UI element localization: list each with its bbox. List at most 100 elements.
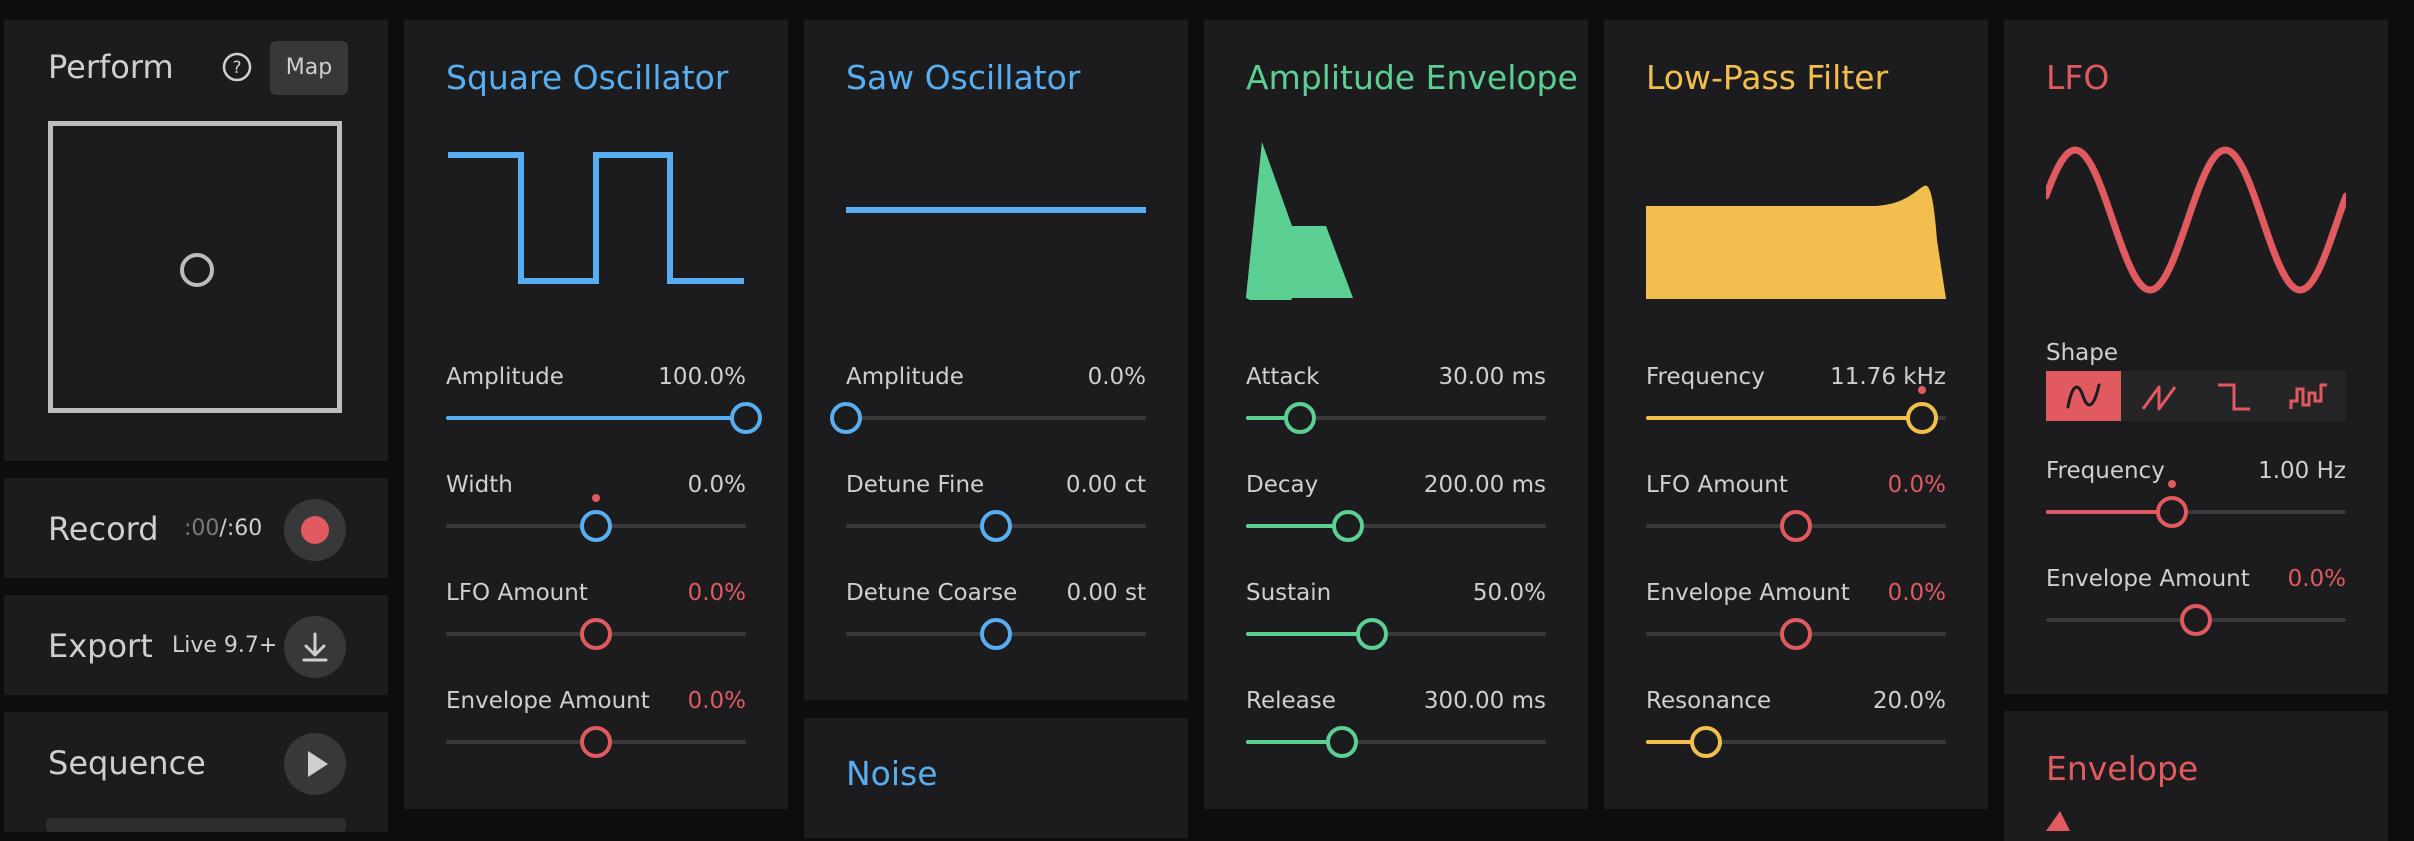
slider-knob[interactable] — [1326, 726, 1358, 758]
slider-track[interactable] — [1646, 510, 1946, 542]
square-envelope-amount-control: Envelope Amount 0.0% — [446, 688, 746, 788]
slider-track[interactable] — [846, 618, 1146, 650]
slider-knob[interactable] — [1780, 618, 1812, 650]
slider-track[interactable] — [446, 402, 762, 434]
square-oscillator-title: Square Oscillator — [446, 58, 729, 97]
square-wave-icon — [2218, 383, 2250, 411]
xy-pad[interactable] — [48, 121, 342, 413]
low-pass-filter-panel: Low-Pass Filter Frequency 11.76 kHz LFO Am… — [1604, 20, 1988, 809]
xy-pad-cursor[interactable] — [180, 253, 214, 287]
param-value: 0.0% — [1887, 472, 1946, 498]
slider-track[interactable] — [446, 618, 746, 650]
slider-knob[interactable] — [1690, 726, 1722, 758]
help-icon[interactable]: ? — [222, 52, 252, 82]
record-panel: Record :00/:60 — [4, 478, 388, 578]
param-value: 11.76 kHz — [1830, 364, 1946, 390]
slider-knob[interactable] — [1780, 510, 1812, 542]
slider-knob[interactable] — [1356, 618, 1388, 650]
param-value: 0.0% — [2287, 566, 2346, 592]
param-label: Resonance — [1646, 688, 1772, 714]
map-button[interactable]: Map — [270, 41, 348, 95]
record-icon — [301, 516, 329, 544]
slider-knob[interactable] — [980, 618, 1012, 650]
param-label: LFO Amount — [1646, 472, 1788, 498]
slider-track[interactable] — [446, 726, 746, 758]
slider-track[interactable] — [1246, 726, 1546, 758]
noise-panel: Noise — [804, 718, 1188, 838]
amplitude-envelope-panel: Amplitude Envelope Attack 30.00 ms Decay 20… — [1204, 20, 1588, 809]
square-lfo-amount-control: LFO Amount 0.0% — [446, 580, 746, 680]
param-label: Width — [446, 472, 513, 498]
param-label: Envelope Amount — [1646, 580, 1850, 606]
param-label: Envelope Amount — [2046, 566, 2250, 592]
amp-env-sustain-control: Sustain 50.0% — [1246, 580, 1546, 680]
slider-track[interactable] — [2046, 480, 2346, 528]
perform-panel: Perform ? Map — [4, 20, 388, 461]
slider-track[interactable] — [1246, 402, 1546, 434]
slider-track[interactable] — [1646, 726, 1946, 758]
param-label: Amplitude — [846, 364, 964, 390]
slider-knob[interactable] — [580, 726, 612, 758]
perform-title: Perform — [48, 48, 174, 86]
record-button[interactable] — [284, 499, 346, 561]
svg-text:?: ? — [232, 58, 241, 78]
record-time-total: :60 — [226, 516, 263, 541]
param-value: 300.00 ms — [1423, 688, 1546, 714]
slider-knob[interactable] — [1284, 402, 1316, 434]
shape-sine-button[interactable] — [2046, 371, 2121, 421]
slider-knob[interactable] — [1332, 510, 1364, 542]
param-label: Detune Coarse — [846, 580, 1018, 606]
param-label: Detune Fine — [846, 472, 985, 498]
record-time-separator: / — [219, 516, 227, 541]
saw-detune-coarse-control: Detune Coarse 0.00 st — [846, 580, 1146, 680]
random-steps-icon — [2289, 383, 2327, 409]
param-label: Decay — [1246, 472, 1319, 498]
amp-env-release-control: Release 300.00 ms — [1246, 688, 1546, 788]
square-amplitude-control: Amplitude 100.0% — [446, 364, 762, 464]
shape-saw-button[interactable] — [2121, 371, 2196, 421]
slider-track[interactable] — [1646, 386, 1946, 434]
play-button[interactable] — [284, 733, 346, 795]
saw-amplitude-control: Amplitude 0.0% — [830, 364, 1146, 464]
slider-knob[interactable] — [580, 510, 612, 542]
shape-random-button[interactable] — [2271, 371, 2346, 421]
lfo-panel: LFO Shape Frequency 1.00 Hz Envelope Amoun… — [2004, 20, 2388, 694]
shape-label: Shape — [2046, 340, 2119, 366]
amplitude-envelope-title: Amplitude Envelope — [1246, 58, 1578, 97]
slider-fill — [1646, 416, 1922, 420]
slider-knob[interactable] — [1906, 402, 1938, 434]
slider-knob[interactable] — [730, 402, 762, 434]
slider-knob[interactable] — [980, 510, 1012, 542]
record-title: Record — [48, 510, 159, 548]
slider-knob[interactable] — [2180, 604, 2212, 636]
shape-square-button[interactable] — [2196, 371, 2271, 421]
param-label: Release — [1246, 688, 1336, 714]
slider-track[interactable] — [2046, 604, 2346, 636]
low-pass-filter-title: Low-Pass Filter — [1646, 58, 1889, 97]
param-label: Attack — [1246, 364, 1320, 390]
param-value: 0.0% — [1087, 364, 1146, 390]
export-button[interactable] — [284, 616, 346, 678]
slider-track[interactable] — [1246, 510, 1546, 542]
slider-track[interactable] — [1646, 618, 1946, 650]
filter-envelope-amount-control: Envelope Amount 0.0% — [1646, 580, 1946, 680]
slider-track[interactable] — [846, 510, 1146, 542]
slider-knob[interactable] — [830, 402, 862, 434]
record-time-elapsed: :00 — [184, 516, 220, 541]
noise-title: Noise — [846, 754, 938, 793]
square-oscillator-panel: Square Oscillator Amplitude 100.0% Width 0.… — [404, 20, 788, 809]
sine-wave-icon — [2066, 383, 2101, 409]
sequence-panel: Sequence — [4, 712, 388, 832]
sequence-bar — [46, 818, 346, 832]
amplitude-envelope-display — [1246, 142, 1353, 300]
filter-resonance-control: Resonance 20.0% — [1646, 688, 1946, 788]
slider-track[interactable] — [1246, 618, 1546, 650]
slider-track[interactable] — [830, 402, 1146, 434]
slider-knob[interactable] — [580, 618, 612, 650]
slider-track[interactable] — [446, 494, 746, 542]
amp-env-decay-control: Decay 200.00 ms — [1246, 472, 1546, 572]
slider-knob[interactable] — [2156, 496, 2188, 528]
param-label: Sustain — [1246, 580, 1332, 606]
shape-selector — [2046, 371, 2346, 421]
param-label: Amplitude — [446, 364, 564, 390]
